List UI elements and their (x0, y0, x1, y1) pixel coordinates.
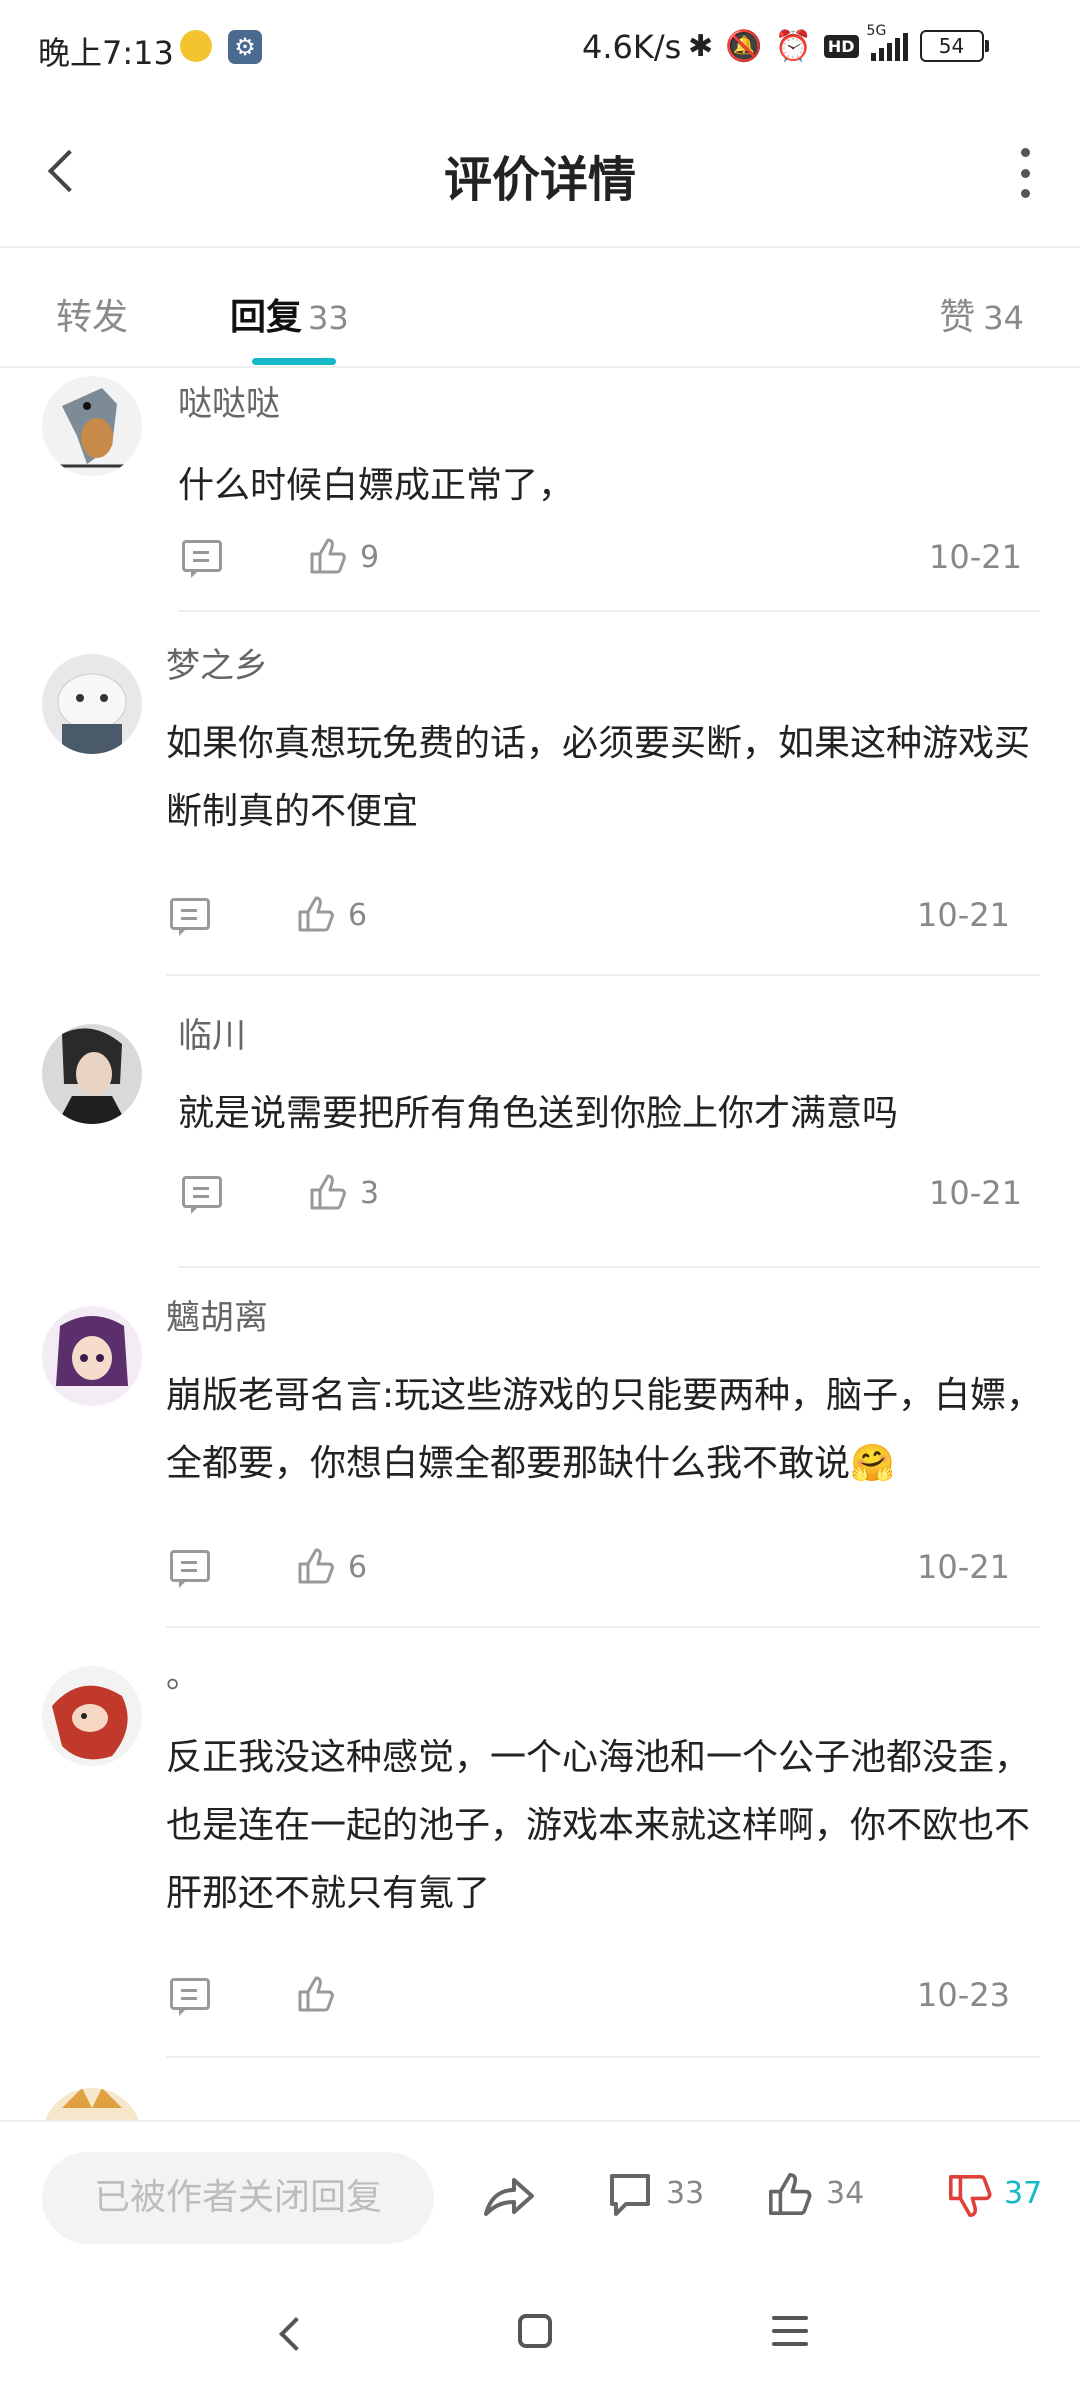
bluetooth-icon: ✱ (688, 28, 714, 64)
nav-back-icon[interactable] (270, 2312, 314, 2356)
tab-bar: 转发 回复 33 赞 34 (0, 248, 1080, 368)
dislike-icon[interactable] (946, 2172, 994, 2220)
reply-count: 33 (666, 2176, 705, 2211)
status-icons: ✱ 🔕 ⏰ HD 5G 54 (688, 23, 989, 66)
avatar[interactable] (42, 1306, 142, 1406)
comment-item: 临川 就是说需要把所有角色送到你脸上你才满意吗 3 10-21 (0, 976, 1080, 1268)
comment-item: 。 反正我没这种感觉，一个心海池和一个公子池都没歪，也是连在一起的池子，游戏本来… (0, 1628, 1080, 2058)
reply-icon[interactable] (170, 898, 210, 936)
page-title: 评价详情 (443, 152, 636, 208)
reply-icon[interactable] (608, 2172, 652, 2220)
comment-date: 10-21 (929, 538, 1022, 576)
comment-date: 10-23 (917, 1976, 1010, 2014)
comment-author[interactable]: 魑胡离 (166, 1290, 268, 1339)
comment-text: 什么时候白嫖成正常了， (178, 465, 575, 506)
like-count: 9 (360, 540, 380, 575)
tab-likes-label: 赞 (939, 297, 976, 338)
tab-replies-count: 33 (308, 299, 349, 337)
active-tab-indicator (252, 358, 336, 365)
like-icon[interactable] (296, 1974, 336, 2014)
settings-notification-icon: ⚙ (228, 30, 262, 64)
comment-actions: 3 10-21 (182, 1172, 1022, 1222)
avatar[interactable] (42, 376, 142, 476)
tab-replies-label: 回复 (230, 297, 303, 338)
share-icon[interactable] (480, 2170, 536, 2226)
comment-author[interactable]: 梦之乡 (166, 638, 268, 687)
comment-date: 10-21 (917, 1548, 1010, 1586)
comment-list[interactable]: 哒哒哒 什么时候白嫖成正常了， 9 10-21 梦之乡 如果你真想玩免费的话，必… (0, 368, 1080, 2120)
tab-replies[interactable]: 回复 33 (230, 288, 349, 340)
status-bar: 晚上7:13 ⚙ 4.6K/s ✱ 🔕 ⏰ HD 5G 54 (0, 0, 1080, 96)
avatar[interactable] (42, 1024, 142, 1124)
dislike-count: 37 (1004, 2176, 1043, 2211)
like-icon[interactable] (308, 1172, 348, 1212)
nav-menu-icon[interactable] (772, 2316, 808, 2346)
comment-actions: 6 10-21 (170, 1546, 1010, 1596)
network-speed: 4.6K/s (582, 28, 682, 66)
like-count: 3 (360, 1176, 380, 1211)
comment-date: 10-21 (929, 1174, 1022, 1212)
like-icon[interactable] (296, 1546, 336, 1586)
divider (178, 610, 1040, 612)
status-time: 晚上7:13 (38, 34, 174, 72)
comment-author[interactable]: 。 (166, 1648, 200, 1697)
battery-icon: 54 (919, 30, 989, 62)
avatar[interactable] (42, 2088, 142, 2120)
notification-emoji-icon (180, 30, 212, 62)
system-nav-bar (0, 2270, 1080, 2400)
comment-item (0, 2058, 1080, 2120)
tab-forward[interactable]: 转发 (56, 288, 128, 340)
alarm-icon: ⏰ (774, 28, 812, 64)
comment-text: 崩版老哥名言:玩这些游戏的只能要两种，脑子，白嫖，全都要，你想白嫖全都要那缺什么… (166, 1375, 1043, 1484)
reply-icon[interactable] (170, 1978, 210, 2016)
hd-icon: HD (823, 34, 859, 58)
avatar[interactable] (42, 1666, 142, 1766)
avatar[interactable] (42, 654, 142, 754)
comment-actions: 9 10-21 (182, 536, 1022, 586)
bottom-action-bar: 已被作者关闭回复 33 34 37 (0, 2120, 1080, 2272)
comment-date: 10-21 (917, 896, 1010, 934)
like-icon[interactable] (766, 2170, 814, 2218)
reply-icon[interactable] (182, 1176, 222, 1214)
like-count: 34 (826, 2176, 865, 2211)
tab-likes-count: 34 (983, 299, 1024, 337)
mute-bell-icon: 🔕 (725, 28, 763, 64)
comment-actions: 6 10-21 (170, 894, 1010, 944)
like-icon[interactable] (296, 894, 336, 934)
comment-author[interactable]: 临川 (178, 1008, 246, 1057)
reply-closed-input[interactable]: 已被作者关闭回复 (42, 2152, 434, 2244)
comment-text: 就是说需要把所有角色送到你脸上你才满意吗 (178, 1093, 899, 1134)
reply-icon[interactable] (182, 540, 222, 578)
nav-home-icon[interactable] (518, 2314, 552, 2348)
comment-item: 魑胡离 崩版老哥名言:玩这些游戏的只能要两种，脑子，白嫖，全都要，你想白嫖全都要… (0, 1268, 1080, 1628)
tab-forward-label: 转发 (56, 297, 129, 338)
comment-item: 哒哒哒 什么时候白嫖成正常了， 9 10-21 (0, 368, 1080, 616)
like-count: 6 (348, 1550, 368, 1585)
header: 评价详情 (0, 96, 1080, 248)
signal-icon: 5G (867, 23, 908, 61)
like-count: 6 (348, 898, 368, 933)
comment-text: 反正我没这种感觉，一个心海池和一个公子池都没歪，也是连在一起的池子，游戏本来就这… (166, 1737, 1031, 1914)
tab-likes[interactable]: 赞 34 (939, 288, 1024, 340)
comment-item: 梦之乡 如果你真想玩免费的话，必须要买断，如果这种游戏买断制真的不便宜 6 10… (0, 616, 1080, 976)
comment-text: 如果你真想玩免费的话，必须要买断，如果这种游戏买断制真的不便宜 (166, 723, 1031, 832)
reply-icon[interactable] (170, 1550, 210, 1588)
comment-author[interactable]: 哒哒哒 (178, 376, 280, 425)
comment-actions: 10-23 (170, 1974, 1010, 2024)
network-type: 5G (866, 23, 887, 39)
like-icon[interactable] (308, 536, 348, 576)
more-options-icon[interactable] (1010, 148, 1040, 198)
